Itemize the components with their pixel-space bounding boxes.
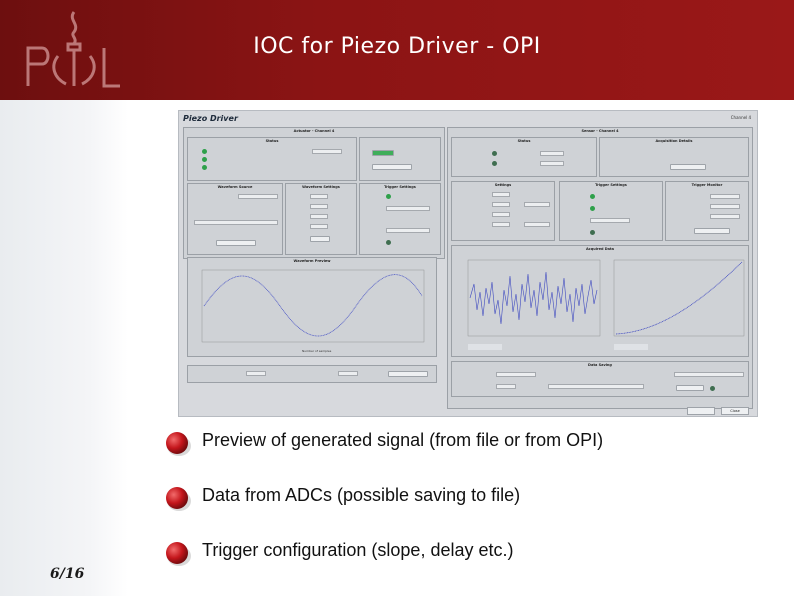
waveform-preview-title: Waveform Preview: [293, 259, 331, 263]
header-banner: IOC for Piezo Driver - OPI: [0, 0, 794, 100]
capture-button[interactable]: [670, 164, 706, 170]
sensor-setting-field[interactable]: [524, 202, 550, 207]
waveform-source-panel: Waveform Source: [187, 183, 283, 255]
data-saving-panel: Data Saving: [451, 361, 749, 397]
sensor-trigger-led: [590, 194, 595, 199]
actuator-toggle[interactable]: [372, 150, 394, 156]
acquisition-details-title: Acquisition Details: [655, 139, 693, 143]
waveform-source-select[interactable]: [238, 194, 278, 199]
save-path-field[interactable]: [674, 372, 744, 377]
trigger-monitor-field: [710, 204, 740, 209]
amplitude-field[interactable]: [310, 194, 328, 199]
apply-button[interactable]: [310, 236, 330, 242]
red-sphere-bullet-icon: [166, 432, 191, 456]
preview-sample-field[interactable]: [246, 371, 266, 376]
status-led: [202, 157, 207, 162]
sensor-status-led: [492, 151, 497, 156]
save-filename-field[interactable]: [548, 384, 644, 389]
actuator-stop[interactable]: [372, 164, 412, 170]
trigger-monitor-panel: Trigger Monitor: [665, 181, 749, 241]
actuator-control-panel: [359, 137, 441, 181]
acquired-data-panel: Acquired Data: [451, 245, 749, 357]
acquisition-details-panel: Acquisition Details: [599, 137, 749, 177]
bullet-text: Preview of generated signal (from file o…: [202, 430, 604, 450]
bullet-item: Data from ADCs (possible saving to file): [164, 483, 784, 513]
sensor-settings-panel: Settings: [451, 181, 555, 241]
sensor-trigger-title: Trigger Settings: [595, 183, 627, 187]
load-wave-button[interactable]: [388, 371, 428, 377]
sensor-setting-field[interactable]: [524, 222, 550, 227]
actuator-header: Actuator - Channel 4: [293, 129, 335, 133]
sensor-settings-title: Settings: [494, 183, 512, 187]
adc-voltage-plot: [613, 259, 745, 350]
offset-field[interactable]: [310, 214, 328, 219]
wave-type-field[interactable]: [310, 224, 328, 229]
sensor-status-led: [492, 161, 497, 166]
bullet-text: Data from ADCs (possible saving to file): [202, 485, 521, 505]
load-button[interactable]: [216, 240, 256, 246]
saving-status-led: [710, 386, 715, 391]
frequency-field[interactable]: [310, 204, 328, 209]
page-number: 6/16: [50, 566, 85, 582]
sensor-trigger-field[interactable]: [590, 218, 630, 223]
waveform-preview-panel: Waveform Preview Number of samples: [187, 257, 437, 357]
data-saving-title: Data Saving: [588, 363, 612, 367]
status-panel: Status: [187, 137, 357, 181]
trigger-settings-panel: Trigger Settings: [359, 183, 441, 255]
sensor-trigger-panel: Trigger Settings: [559, 181, 663, 241]
sensor-setting-field[interactable]: [492, 212, 510, 217]
trigger-settings-title: Trigger Settings: [384, 185, 416, 189]
sensor-setting-field[interactable]: [492, 222, 510, 227]
opi-window-title: Piezo Driver: [183, 114, 238, 123]
save-number-field[interactable]: [496, 384, 516, 389]
bullet-item: Preview of generated signal (from file o…: [164, 428, 784, 458]
preview-timeout-field[interactable]: [338, 371, 358, 376]
trigger-enable-led: [386, 240, 391, 245]
waveform-settings-panel: Waveform Settings: [285, 183, 357, 255]
sensor-setting-field[interactable]: [492, 192, 510, 197]
trigger-led: [386, 194, 391, 199]
status-panel-title: Status: [265, 139, 279, 143]
status-led: [202, 165, 207, 170]
sensor-setting-field[interactable]: [492, 202, 510, 207]
left-sidebar-strip: [0, 100, 128, 596]
opi-channel-selector: Channel 4: [730, 115, 751, 120]
sensor-status-field: [540, 161, 564, 166]
status-led: [202, 149, 207, 154]
waveform-file-field[interactable]: [194, 220, 278, 225]
status-field: [312, 149, 342, 154]
opi-screenshot: Piezo Driver Channel 4 Actuator - Channe…: [178, 110, 758, 417]
trigger-clock-field[interactable]: [386, 206, 430, 211]
waveform-preview-plot: Number of samples: [201, 269, 425, 353]
preview-bottom-bar: [187, 365, 437, 383]
sensor-trigger-led: [590, 206, 595, 211]
sensor-trigger-led: [590, 230, 595, 235]
trigger-monitor-field: [710, 214, 740, 219]
bullet-item: Trigger configuration (slope, delay etc.…: [164, 538, 784, 568]
opi-ok-button[interactable]: [687, 407, 715, 415]
sensor-status-panel: Status: [451, 137, 597, 177]
slide-title: IOC for Piezo Driver - OPI: [253, 34, 541, 59]
calibrate-button[interactable]: [694, 228, 730, 234]
red-sphere-bullet-icon: [166, 542, 191, 566]
preview-x-label: Number of samples: [302, 349, 332, 353]
save-directory-field[interactable]: [496, 372, 536, 377]
waveform-source-title: Waveform Source: [217, 185, 253, 189]
adc-noise-plot: [467, 259, 601, 350]
waveform-settings-title: Waveform Settings: [302, 185, 340, 189]
bullet-text: Trigger configuration (slope, delay etc.…: [202, 540, 514, 560]
save-button[interactable]: [676, 385, 704, 391]
sensor-status-title: Status: [517, 139, 531, 143]
trigger-delay-field[interactable]: [386, 228, 430, 233]
sensor-header: Sensor - Channel 4: [581, 129, 619, 133]
trigger-monitor-field: [710, 194, 740, 199]
trigger-monitor-title: Trigger Monitor: [691, 183, 723, 187]
red-sphere-bullet-icon: [166, 487, 191, 511]
sensor-status-field: [540, 151, 564, 156]
acquired-data-title: Acquired Data: [585, 247, 615, 251]
opi-close-button[interactable]: Close: [721, 407, 749, 415]
